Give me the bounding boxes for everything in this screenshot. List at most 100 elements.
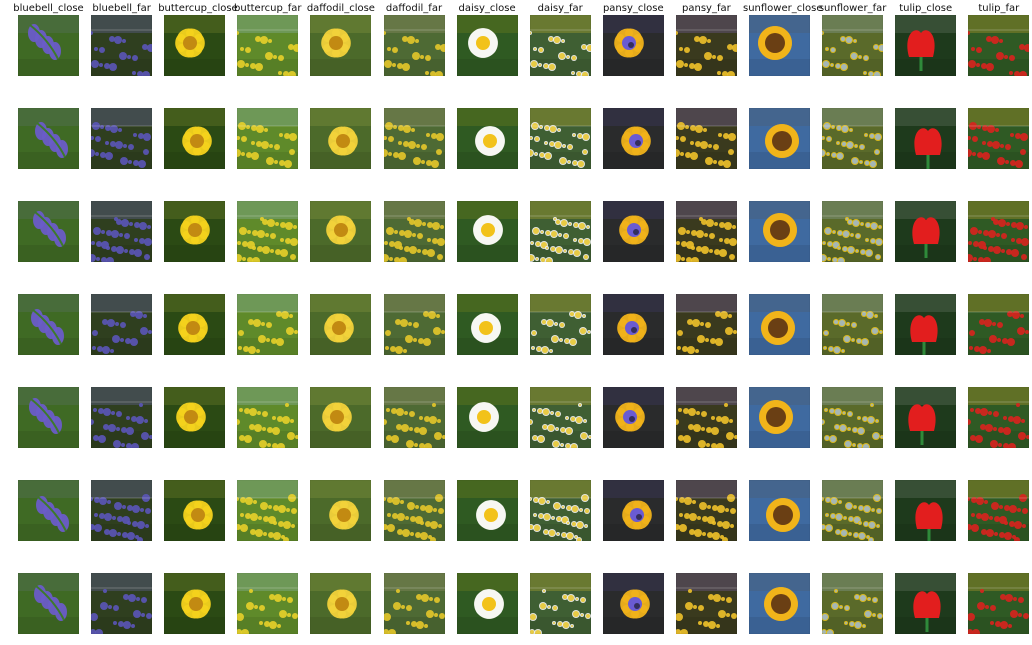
flower-thumbnail-image [164, 387, 226, 448]
flower-thumbnail-image [18, 573, 79, 634]
column-header: buttercup_far [234, 3, 302, 14]
flower-thumbnail-image [91, 15, 153, 76]
flower-thumbnail [91, 108, 153, 169]
flower-thumbnail-image [237, 15, 299, 76]
flower-thumbnail [237, 480, 299, 541]
column-header: tulip_close [899, 3, 953, 14]
flower-thumbnail [895, 387, 957, 448]
flower-thumbnail [895, 573, 957, 634]
flower-thumbnail [237, 15, 299, 76]
flower-thumbnail [749, 387, 810, 448]
flower-thumbnail [749, 108, 810, 169]
flower-thumbnail-image [749, 201, 810, 262]
flower-thumbnail [529, 108, 591, 169]
flower-thumbnail [529, 201, 591, 262]
flower-thumbnail [602, 108, 664, 169]
flower-thumbnail-image [18, 201, 79, 262]
flower-thumbnail [456, 108, 518, 169]
flower-thumbnail-image [895, 201, 957, 262]
flower-thumbnail [91, 387, 153, 448]
flower-thumbnail-image [456, 201, 518, 262]
flower-thumbnail-image [529, 387, 591, 448]
flower-thumbnail-image [675, 294, 737, 355]
flower-thumbnail-image [529, 480, 591, 541]
flower-thumbnail [895, 480, 957, 541]
flower-thumbnail-image [749, 294, 810, 355]
flower-thumbnail [91, 480, 153, 541]
column-header: sunflower_far [818, 3, 887, 14]
flower-thumbnail [18, 201, 79, 262]
flower-thumbnail-image [91, 480, 153, 541]
flower-thumbnail [237, 201, 299, 262]
flower-thumbnail-image [383, 294, 445, 355]
flower-thumbnail-image [749, 387, 810, 448]
flower-thumbnail [968, 573, 1030, 634]
flower-thumbnail [456, 480, 518, 541]
flower-thumbnail [164, 201, 226, 262]
flower-thumbnail [310, 108, 372, 169]
flower-thumbnail-image [310, 108, 372, 169]
flower-thumbnail [456, 294, 518, 355]
flower-thumbnail [602, 294, 664, 355]
flower-thumbnail [18, 294, 79, 355]
flower-thumbnail-image [529, 294, 591, 355]
flower-thumbnail [822, 201, 884, 262]
flower-thumbnail-image [822, 294, 884, 355]
flower-thumbnail-image [91, 108, 153, 169]
flower-thumbnail-image [749, 108, 810, 169]
flower-thumbnail [749, 573, 810, 634]
flower-thumbnail-image [749, 573, 810, 634]
flower-thumbnail [18, 480, 79, 541]
flower-thumbnail-image [675, 15, 737, 76]
flower-thumbnail [164, 387, 226, 448]
flower-thumbnail [456, 201, 518, 262]
flower-thumbnail-image [383, 387, 445, 448]
flower-thumbnail [602, 201, 664, 262]
flower-thumbnail [602, 387, 664, 448]
flower-thumbnail-image [456, 294, 518, 355]
flower-thumbnail-image [383, 201, 445, 262]
flower-thumbnail [895, 294, 957, 355]
flower-thumbnail-image [602, 573, 664, 634]
flower-thumbnail [310, 201, 372, 262]
flower-thumbnail [822, 15, 884, 76]
flower-thumbnail-image [383, 15, 445, 76]
flower-thumbnail [164, 573, 226, 634]
flower-thumbnail [18, 15, 79, 76]
column-header: daisy_far [537, 3, 583, 14]
flower-thumbnail-image [968, 573, 1030, 634]
flower-thumbnail-image [675, 573, 737, 634]
flower-thumbnail [968, 15, 1030, 76]
flower-thumbnail-image [968, 108, 1030, 169]
flower-thumbnail-image [529, 201, 591, 262]
flower-thumbnail [675, 573, 737, 634]
flower-thumbnail-image [602, 480, 664, 541]
column-header: tulip_far [978, 3, 1020, 14]
flower-thumbnail [749, 15, 810, 76]
flower-thumbnail-image [968, 15, 1030, 76]
flower-thumbnail-image [18, 15, 79, 76]
flower-thumbnail [749, 480, 810, 541]
flower-thumbnail-image [968, 480, 1030, 541]
flower-thumbnail [968, 108, 1030, 169]
flower-thumbnail-image [675, 480, 737, 541]
flower-thumbnail-image [383, 480, 445, 541]
flower-thumbnail-image [675, 108, 737, 169]
flower-thumbnail [675, 480, 737, 541]
flower-thumbnail [968, 480, 1030, 541]
flower-thumbnail [675, 387, 737, 448]
flower-thumbnail [310, 15, 372, 76]
flower-thumbnail-image [237, 294, 299, 355]
flower-thumbnail [91, 201, 153, 262]
flower-thumbnail [383, 108, 445, 169]
flower-thumbnail-image [310, 387, 372, 448]
flower-thumbnail [675, 15, 737, 76]
flower-thumbnail [895, 201, 957, 262]
flower-thumbnail-image [18, 294, 79, 355]
flower-thumbnail-image [456, 573, 518, 634]
flower-thumbnail-image [164, 573, 226, 634]
flower-thumbnail-image [18, 480, 79, 541]
flower-thumbnail [602, 573, 664, 634]
column-header: buttercup_close [158, 3, 238, 14]
flower-thumbnail [602, 15, 664, 76]
